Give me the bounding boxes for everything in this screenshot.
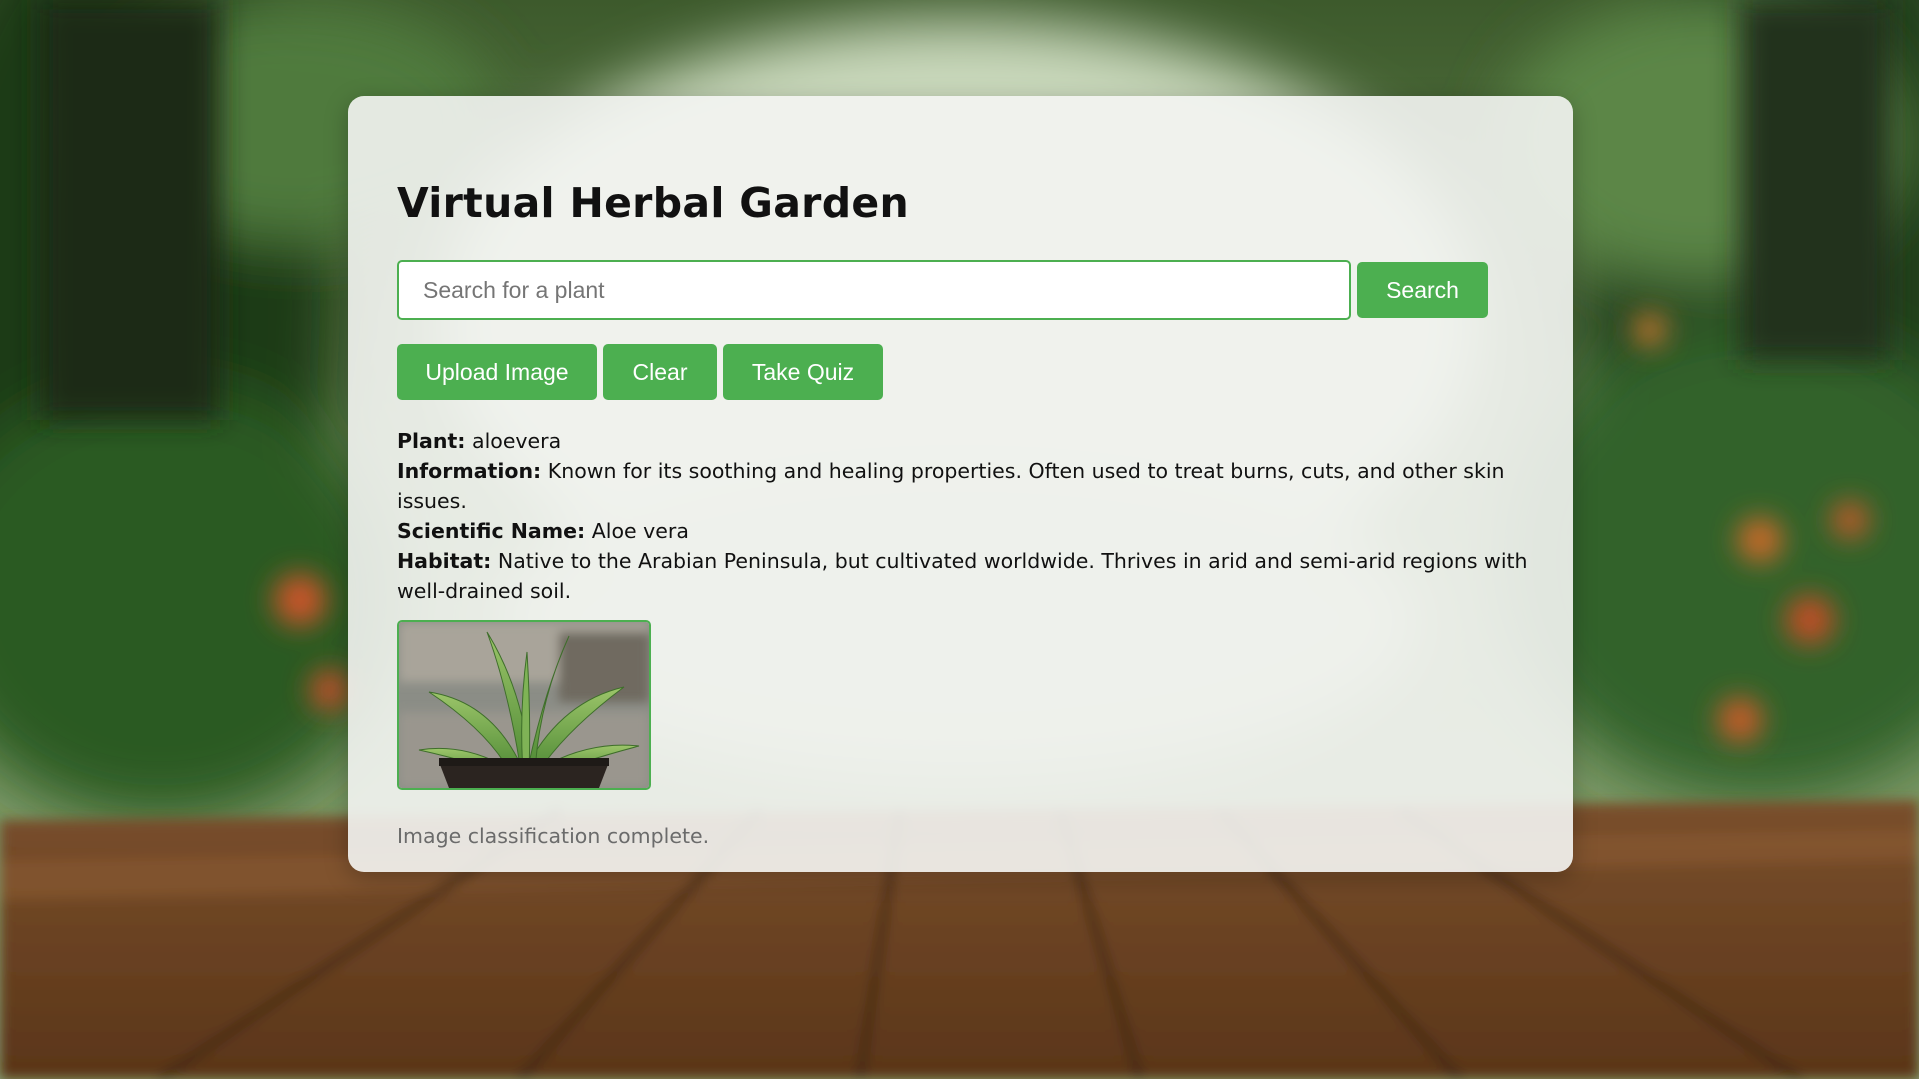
information-value: Known for its soothing and healing prope…: [397, 459, 1505, 513]
information-row: Information: Known for its soothing and …: [397, 456, 1537, 516]
information-label: Information:: [397, 459, 542, 483]
plant-photo: [397, 620, 651, 790]
page-title: Virtual Herbal Garden: [397, 179, 909, 227]
clear-button[interactable]: Clear: [603, 344, 717, 400]
plant-info: Plant: aloevera Information: Known for i…: [397, 426, 1537, 606]
plant-label: Plant:: [397, 429, 466, 453]
status-message: Image classification complete.: [397, 824, 710, 848]
scientific-name-value: Aloe vera: [591, 519, 689, 543]
action-buttons: Upload Image Clear Take Quiz: [397, 344, 1524, 400]
search-input[interactable]: [397, 260, 1351, 320]
scientific-name-row: Scientific Name: Aloe vera: [397, 516, 1537, 546]
take-quiz-button[interactable]: Take Quiz: [723, 344, 883, 400]
main-card: Virtual Herbal Garden Search Upload Imag…: [348, 96, 1573, 872]
plant-value: aloevera: [472, 429, 562, 453]
habitat-label: Habitat:: [397, 549, 492, 573]
habitat-row: Habitat: Native to the Arabian Peninsula…: [397, 546, 1537, 606]
search-button[interactable]: Search: [1357, 262, 1488, 318]
plant-row: Plant: aloevera: [397, 426, 1537, 456]
habitat-value: Native to the Arabian Peninsula, but cul…: [397, 549, 1528, 603]
scientific-name-label: Scientific Name:: [397, 519, 586, 543]
search-row: Search: [397, 260, 1524, 320]
upload-image-button[interactable]: Upload Image: [397, 344, 597, 400]
